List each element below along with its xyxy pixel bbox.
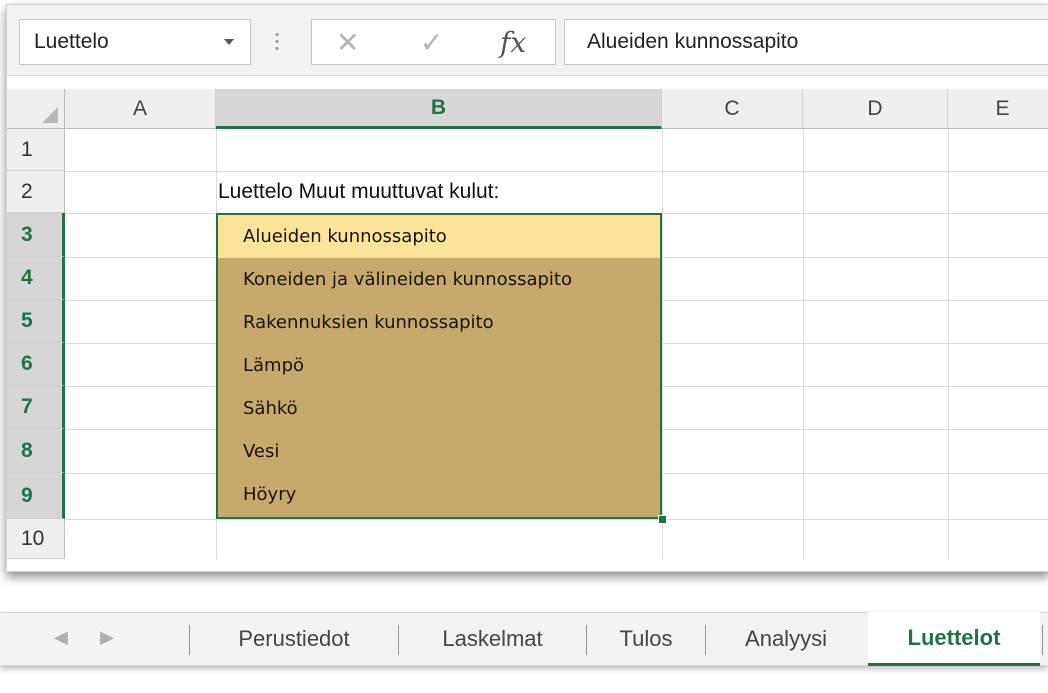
gridline [803,129,804,559]
tab-laskelmat[interactable]: Laskelmat [399,613,586,665]
formula-value: Alueiden kunnossapito [587,30,799,53]
select-all-corner[interactable] [7,89,65,129]
sheet-tab-bar: ◀ ▶ Perustiedot Laskelmat Tulos Analyysi… [0,612,1048,666]
tab-tulos[interactable]: Tulos [587,613,705,665]
row-header-6[interactable]: 6 [7,343,65,386]
gridline [662,129,663,559]
name-box[interactable]: Luettelo [19,19,251,65]
row-header-8[interactable]: 8 [7,429,65,473]
tab-luettelot[interactable]: Luettelot [868,612,1040,666]
confirm-icon[interactable]: ✓ [420,26,443,59]
row-header-7[interactable]: 7 [7,386,65,429]
row-header-10[interactable]: 10 [7,519,65,559]
gridline [65,519,1048,520]
spreadsheet-window: Luettelo ✕ ✓ fx Alueiden kunnossapito A … [6,4,1048,572]
cell-b2[interactable]: Luettelo Muut muuttuvat kulut: [218,180,499,204]
formula-buttons: ✕ ✓ fx [311,19,556,65]
cancel-icon[interactable]: ✕ [336,26,359,59]
insert-function-icon[interactable]: fx [500,26,526,59]
formula-input[interactable]: Alueiden kunnossapito [564,19,1048,65]
sheet-grid: A B C D E 1 2 3 4 5 6 7 8 9 10 Luettelo … [7,89,1048,559]
row-header-1[interactable]: 1 [7,129,65,171]
name-box-value: Luettelo [34,30,109,53]
more-options-icon[interactable] [275,31,279,53]
chevron-down-icon[interactable] [224,39,234,45]
selection-border [216,213,662,519]
tab-perustiedot[interactable]: Perustiedot [190,613,398,665]
formula-bar: Luettelo ✕ ✓ fx Alueiden kunnossapito [7,5,1048,76]
chevron-left-icon[interactable]: ◀ [54,627,68,648]
row-header-3[interactable]: 3 [7,213,65,257]
select-all-icon [42,107,58,123]
column-header-e[interactable]: E [948,89,1048,129]
tab-divider [1042,625,1043,655]
row-header-4[interactable]: 4 [7,257,65,300]
column-header-d[interactable]: D [803,89,948,129]
row-header-9[interactable]: 9 [7,473,65,519]
gridline [948,129,949,559]
fill-handle[interactable] [658,515,667,524]
chevron-right-icon[interactable]: ▶ [100,627,114,648]
column-header-c[interactable]: C [662,89,803,129]
column-header-a[interactable]: A [65,89,216,129]
row-header-2[interactable]: 2 [7,171,65,213]
tab-analyysi[interactable]: Analyysi [706,613,866,665]
column-header-b[interactable]: B [216,89,662,129]
gridline [65,171,1048,172]
row-header-5[interactable]: 5 [7,300,65,343]
